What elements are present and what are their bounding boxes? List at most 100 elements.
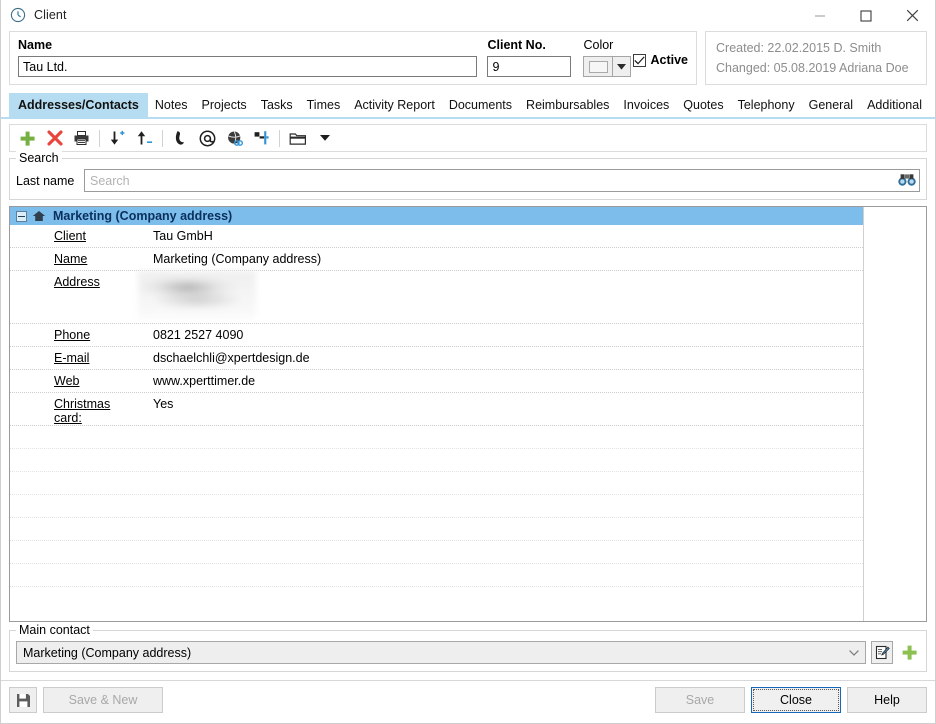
main-contact-legend: Main contact (16, 623, 93, 637)
save-and-new-label: Save & New (69, 693, 138, 707)
contacts-list-wrap: Marketing (Company address) Client Tau G… (1, 200, 935, 622)
contact-group-header[interactable]: Marketing (Company address) (10, 207, 863, 225)
search-input-wrap (84, 169, 920, 192)
last-name-label: Last name (16, 174, 78, 188)
main-contact-row: Marketing (Company address) (16, 641, 920, 664)
row-key: E-mail (10, 351, 128, 365)
close-icon[interactable] (889, 0, 935, 31)
export-icon[interactable] (131, 126, 158, 150)
row-key: Phone (10, 328, 128, 342)
add-icon[interactable] (14, 126, 41, 150)
tab-overview[interactable]: Overview (929, 93, 936, 117)
home-icon (32, 210, 46, 222)
row-value: Marketing (Company address) (128, 252, 321, 266)
save-and-new-button[interactable]: Save & New (43, 687, 163, 713)
phone-icon[interactable] (167, 126, 194, 150)
tab-reimbursables[interactable]: Reimbursables (519, 93, 616, 117)
row-value: Yes (128, 397, 173, 411)
tab-strip: Addresses/Contacts Notes Projects Tasks … (1, 93, 935, 119)
client-no-input[interactable] (487, 56, 571, 77)
table-row[interactable]: Client Tau GmbH (10, 225, 863, 248)
table-row[interactable]: Web www.xperttimer.de (10, 370, 863, 393)
import-icon[interactable] (104, 126, 131, 150)
folder-chevron-down-icon[interactable] (311, 126, 338, 150)
tab-notes[interactable]: Notes (148, 93, 195, 117)
row-value: dschaelchli@xpertdesign.de (128, 351, 310, 365)
table-row[interactable]: Name Marketing (Company address) (10, 248, 863, 271)
title-bar: Client (1, 0, 935, 31)
table-row[interactable]: E-mail dschaelchli@xpertdesign.de (10, 347, 863, 370)
row-key: Name (10, 252, 128, 266)
contact-group-title: Marketing (Company address) (53, 209, 232, 223)
checkbox-checked-icon[interactable] (633, 54, 646, 67)
toolbar-separator (99, 130, 100, 147)
list-item[interactable] (10, 495, 863, 518)
binoculars-icon[interactable] (898, 172, 916, 191)
active-checkbox[interactable]: Active (633, 53, 688, 69)
tab-times[interactable]: Times (300, 93, 348, 117)
toolbar-separator (162, 130, 163, 147)
email-icon[interactable] (194, 126, 221, 150)
help-button[interactable]: Help (847, 687, 927, 713)
tab-general[interactable]: General (802, 93, 860, 117)
edit-contact-icon[interactable] (871, 641, 893, 664)
list-item[interactable] (10, 472, 863, 495)
color-label: Color (583, 38, 633, 53)
audit-info-group: Created: 22.02.2015 D. Smith Changed: 05… (705, 31, 927, 85)
close-button[interactable]: Close (751, 687, 841, 713)
collapse-icon[interactable] (16, 211, 27, 222)
main-contact-group: Main contact Marketing (Company address) (9, 630, 927, 672)
header-fields-group: Name Client No. Color (9, 31, 697, 85)
header-panel: Name Client No. Color (1, 31, 935, 93)
print-icon[interactable] (68, 126, 95, 150)
chevron-down-icon[interactable] (849, 650, 861, 656)
delete-icon[interactable] (41, 126, 68, 150)
search-input[interactable] (84, 169, 920, 192)
clock-icon (10, 7, 26, 23)
minimize-icon[interactable] (797, 0, 843, 31)
color-picker[interactable] (583, 56, 633, 77)
toolbar-wrap (1, 119, 935, 152)
footer-right-buttons: Save Close Help (655, 687, 927, 713)
tab-quotes[interactable]: Quotes (676, 93, 730, 117)
dialog-footer: Save & New Save Close Help (1, 680, 935, 719)
redacted-address-blur (138, 271, 256, 319)
tab-documents[interactable]: Documents (442, 93, 519, 117)
chevron-down-icon[interactable] (613, 56, 631, 77)
table-row[interactable]: Christmas card: Yes (10, 393, 863, 426)
tab-additional[interactable]: Additional (860, 93, 929, 117)
name-input[interactable] (18, 56, 477, 77)
column-separator (863, 207, 864, 621)
tab-telephony[interactable]: Telephony (731, 93, 802, 117)
color-swatch[interactable] (583, 56, 613, 77)
tab-addresses-contacts[interactable]: Addresses/Contacts (9, 93, 148, 117)
main-contact-select[interactable]: Marketing (Company address) (16, 641, 866, 664)
help-label: Help (874, 693, 900, 707)
window-title: Client (34, 8, 67, 22)
list-item[interactable] (10, 518, 863, 541)
list-item[interactable] (10, 426, 863, 449)
table-row[interactable]: Phone 0821 2527 4090 (10, 324, 863, 347)
tab-invoices[interactable]: Invoices (616, 93, 676, 117)
row-value: 0821 2527 4090 (128, 328, 243, 342)
add-icon[interactable] (898, 641, 920, 664)
color-field-wrap: Color (583, 38, 633, 77)
name-field-wrap: Name (18, 38, 477, 77)
table-row[interactable]: Address (10, 271, 863, 324)
folder-icon[interactable] (284, 126, 311, 150)
search-row: Last name (16, 169, 920, 192)
maximize-icon[interactable] (843, 0, 889, 31)
list-item[interactable] (10, 449, 863, 472)
floppy-save-icon[interactable] (9, 687, 37, 713)
list-item[interactable] (10, 564, 863, 587)
map-icon[interactable] (248, 126, 275, 150)
tab-tasks[interactable]: Tasks (254, 93, 300, 117)
web-icon[interactable] (221, 126, 248, 150)
tab-projects[interactable]: Projects (195, 93, 254, 117)
list-item[interactable] (10, 541, 863, 564)
save-button[interactable]: Save (655, 687, 745, 713)
tab-activity-report[interactable]: Activity Report (347, 93, 442, 117)
bottom-strip (1, 719, 935, 723)
row-key: Web (10, 374, 128, 388)
contacts-list[interactable]: Marketing (Company address) Client Tau G… (9, 206, 927, 622)
